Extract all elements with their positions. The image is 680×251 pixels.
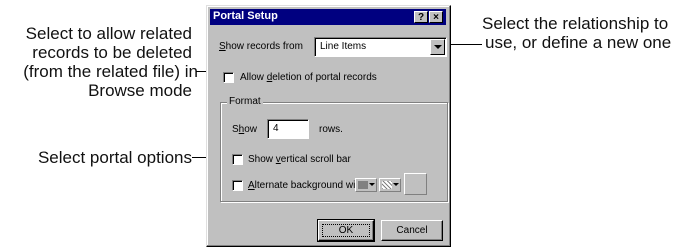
vertical-scroll-label[interactable]: Show vertical scroll bar <box>248 154 351 165</box>
label-text: S <box>232 124 239 135</box>
background-color-picker[interactable] <box>355 178 377 192</box>
callout-allow-deletion: Select to allow related records to be de… <box>6 24 198 100</box>
callout-line: use, or define a new one <box>485 33 672 52</box>
callout-line: records to be deleted <box>32 43 192 62</box>
callout-line: Browse mode <box>88 81 192 100</box>
close-button[interactable]: × <box>429 11 443 23</box>
callout-portal-options: Select portal options <box>37 148 192 167</box>
cancel-button[interactable]: Cancel <box>381 220 443 241</box>
format-legend: Format <box>227 96 263 107</box>
pattern-swatch-icon <box>382 181 392 189</box>
dialog-title: Portal Setup <box>213 10 278 22</box>
label-text: ow <box>244 124 258 135</box>
allow-deletion-checkbox[interactable] <box>223 72 234 83</box>
vertical-scroll-checkbox[interactable] <box>232 154 243 165</box>
rows-label: rows. <box>319 124 343 135</box>
mnemonic: S <box>219 41 226 52</box>
callout-relationship: Select the relationship to use, or defin… <box>482 14 678 52</box>
pattern-preview <box>404 173 427 195</box>
relationship-value: Line Items <box>320 41 367 52</box>
cancel-label: Cancel <box>396 225 428 236</box>
alternate-background-checkbox[interactable] <box>232 180 243 191</box>
label-text: eletion of portal records <box>272 72 377 83</box>
callout-line: Select to allow related <box>25 24 192 43</box>
show-rows-label: Show <box>232 124 257 135</box>
label-text: ertical scroll bar <box>280 154 351 165</box>
label-text: Allow <box>240 72 267 83</box>
callout-line: (from the related file) in <box>23 62 198 81</box>
label-text: how records from <box>225 41 303 52</box>
allow-deletion-label[interactable]: Allow deletion of portal records <box>240 72 377 83</box>
chevron-down-icon <box>393 183 399 186</box>
background-pattern-picker[interactable] <box>379 178 401 192</box>
help-button[interactable]: ? <box>414 11 428 23</box>
color-swatch-icon <box>358 181 368 189</box>
chevron-down-icon <box>369 183 375 186</box>
chevron-down-icon[interactable] <box>430 39 445 55</box>
alternate-background-label[interactable]: Alternate background with <box>248 180 364 191</box>
mnemonic: A <box>248 180 255 191</box>
format-group: Format Show 4 rows. Show vertical scroll… <box>220 96 448 202</box>
relationship-dropdown[interactable]: Line Items <box>314 37 447 57</box>
ok-button[interactable]: OK <box>317 219 375 242</box>
focus-ring <box>322 224 370 237</box>
portal-setup-dialog: Portal Setup ? × Show records from Line … <box>206 5 451 247</box>
callout-line: Select the relationship to <box>482 14 669 33</box>
show-records-label: Show records from <box>219 41 303 52</box>
label-text: lternate background with <box>254 180 364 191</box>
title-bar: Portal Setup ? × <box>210 9 446 25</box>
rows-input[interactable]: 4 <box>267 119 309 139</box>
label-text: Show <box>248 154 276 165</box>
rows-value: 4 <box>273 123 279 134</box>
